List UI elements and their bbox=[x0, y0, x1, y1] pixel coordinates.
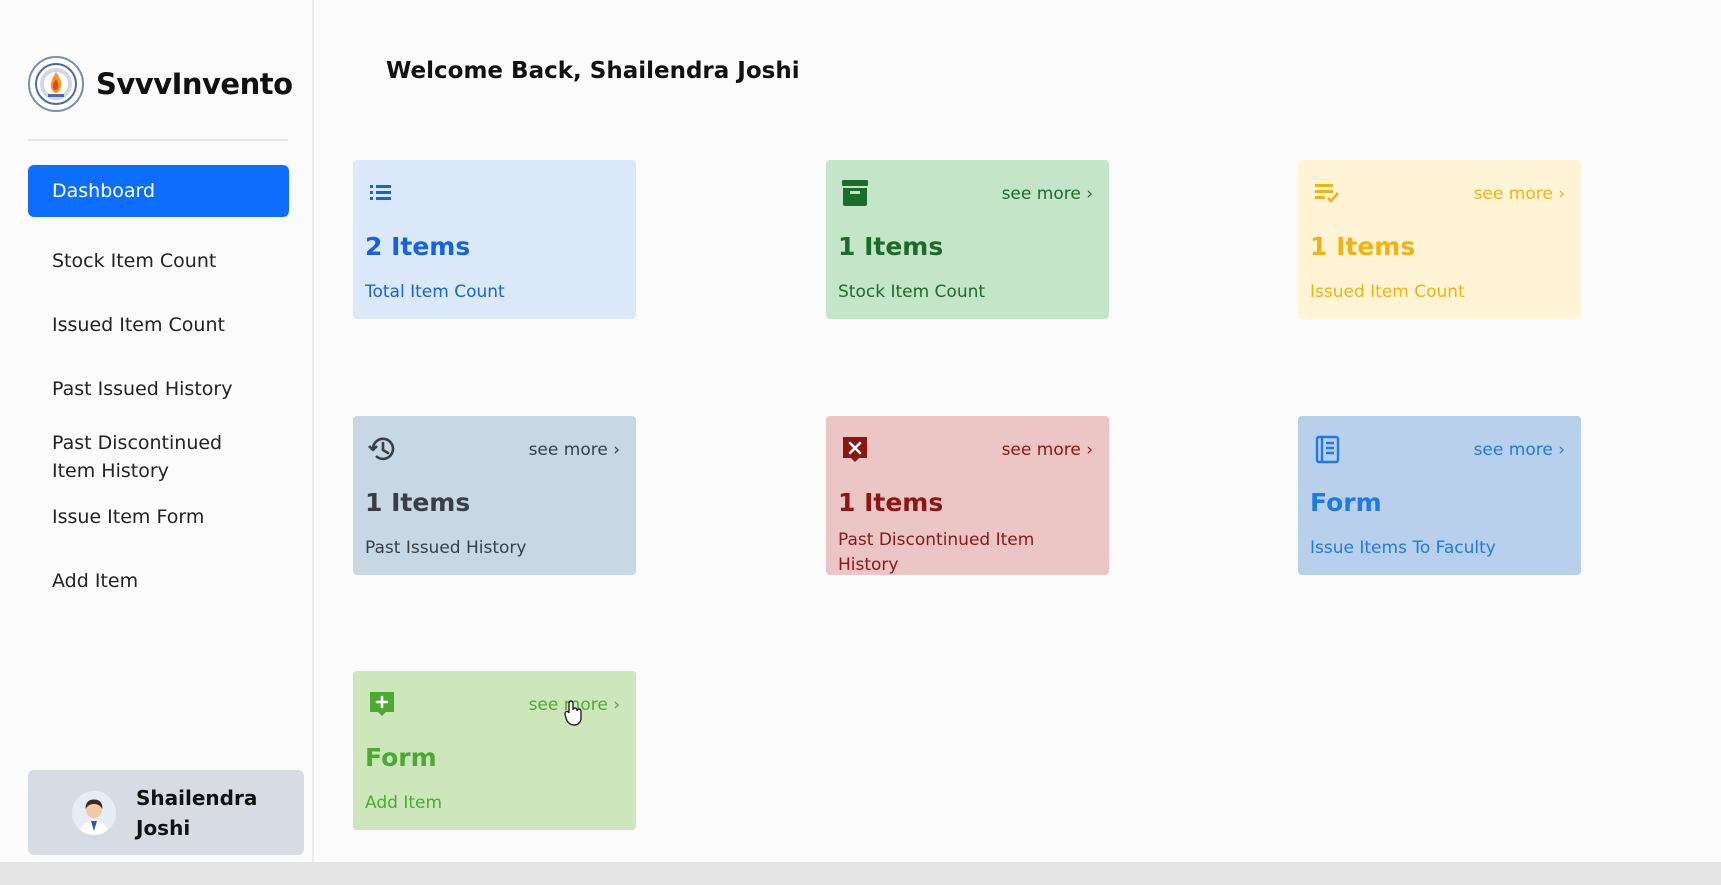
sidebar-item-issued-item-count[interactable]: Issued Item Count bbox=[28, 293, 289, 357]
welcome-heading: Welcome Back, Shailendra Joshi bbox=[386, 58, 800, 84]
sidebar-item-past-discontinued-item-history[interactable]: Past Discontinued Item History bbox=[28, 421, 248, 485]
card-label: Total Item Count bbox=[365, 282, 505, 302]
brand-name: SvvvInvento bbox=[96, 67, 293, 101]
see-more-link[interactable]: see more › bbox=[529, 440, 620, 460]
sidebar-item-issue-item-form[interactable]: Issue Item Form bbox=[28, 485, 289, 549]
checklist-icon bbox=[1312, 178, 1342, 208]
card-issued-item-count[interactable]: see more › 1 Items Issued Item Count bbox=[1298, 160, 1581, 319]
card-past-discontinued-item-history[interactable]: see more › 1 Items Past Discontinued Ite… bbox=[826, 416, 1109, 575]
sidebar-item-stock-item-count[interactable]: Stock Item Count bbox=[28, 229, 289, 293]
discontinued-x-icon bbox=[840, 434, 870, 464]
history-icon bbox=[367, 434, 397, 464]
card-count: 1 Items bbox=[1310, 232, 1416, 261]
add-comment-icon bbox=[367, 689, 397, 719]
sidebar-nav: Dashboard Stock Item Count Issued Item C… bbox=[28, 165, 289, 613]
sidebar-item-past-issued-history[interactable]: Past Issued History bbox=[28, 357, 289, 421]
university-seal-logo bbox=[28, 56, 84, 112]
card-add-item[interactable]: see more › Form Add Item bbox=[353, 671, 636, 830]
sidebar-item-dashboard[interactable]: Dashboard bbox=[28, 165, 289, 217]
user-profile-card[interactable]: Shailendra Joshi bbox=[28, 770, 304, 855]
card-count: 2 Items bbox=[365, 232, 471, 261]
see-more-link[interactable]: see more › bbox=[1474, 440, 1565, 460]
card-label: Past Discontinued Item History bbox=[838, 530, 1035, 575]
card-total-item-count[interactable]: 2 Items Total Item Count bbox=[353, 160, 636, 319]
card-label: Issued Item Count bbox=[1310, 282, 1465, 302]
card-label: Issue Items To Faculty bbox=[1310, 538, 1496, 558]
archive-box-icon bbox=[840, 178, 870, 208]
card-label: Stock Item Count bbox=[838, 282, 986, 302]
sidebar: SvvvInvento Dashboard Stock Item Count I… bbox=[0, 0, 314, 885]
bottom-band bbox=[0, 862, 1721, 885]
brand[interactable]: SvvvInvento bbox=[28, 56, 293, 112]
card-count: Form bbox=[1310, 488, 1382, 517]
card-label: Past Issued History bbox=[365, 538, 527, 558]
see-more-link[interactable]: see more › bbox=[1002, 440, 1093, 460]
card-past-issued-history[interactable]: see more › 1 Items Past Issued History bbox=[353, 416, 636, 575]
card-count: 1 Items bbox=[838, 232, 944, 261]
see-more-link[interactable]: see more › bbox=[1002, 184, 1093, 204]
divider bbox=[28, 139, 288, 141]
see-more-link[interactable]: see more › bbox=[1474, 184, 1565, 204]
list-icon bbox=[367, 178, 397, 208]
card-count: 1 Items bbox=[365, 488, 471, 517]
card-label: Add Item bbox=[365, 793, 443, 813]
notebook-icon bbox=[1312, 434, 1342, 464]
card-count: Form bbox=[365, 743, 437, 772]
hand-cursor-icon bbox=[563, 700, 585, 730]
card-stock-item-count[interactable]: see more › 1 Items Stock Item Count bbox=[826, 160, 1109, 319]
user-avatar-icon bbox=[72, 790, 116, 835]
user-name: Shailendra Joshi bbox=[136, 785, 258, 840]
card-issue-items-to-faculty[interactable]: see more › Form Issue Items To Faculty bbox=[1298, 416, 1581, 575]
card-count: 1 Items bbox=[838, 488, 944, 517]
sidebar-item-add-item[interactable]: Add Item bbox=[28, 549, 289, 613]
